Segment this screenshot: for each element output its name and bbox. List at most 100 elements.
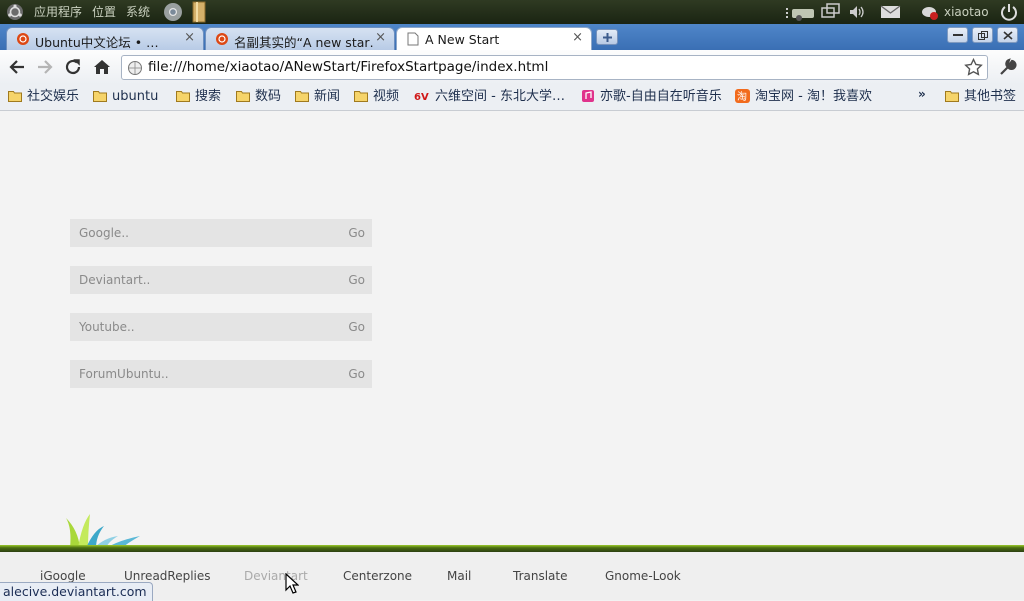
mail-icon[interactable] [880, 3, 901, 21]
back-arrow-icon[interactable] [6, 56, 28, 78]
home-icon[interactable] [91, 56, 113, 78]
other-bookmarks-folder[interactable]: 其他书签 [945, 88, 1016, 106]
ubuntu-logo-icon[interactable] [6, 3, 24, 21]
footer-divider [0, 545, 1024, 552]
bookmark-folder-ubuntu[interactable]: ubuntu [93, 88, 158, 106]
tab-title: 名副其实的“A new star… [234, 35, 374, 50]
google-search-box[interactable]: Google.. Go [70, 219, 372, 247]
deviantart-search-box[interactable]: Deviantart.. Go [70, 266, 372, 294]
volume-icon[interactable] [848, 3, 866, 21]
bookmark-6v[interactable]: 6V 六维空间 - 东北大学… [414, 88, 565, 106]
top-panel: 应用程序 位置 系统 xiaotao [0, 0, 1024, 24]
bookmark-label: 亦歌-自由自在听音乐 [600, 89, 722, 104]
mouse-pointer-icon [285, 573, 299, 594]
chrome-launcher-icon[interactable] [163, 2, 183, 22]
network-icon[interactable] [786, 3, 818, 21]
folder-icon [236, 91, 250, 102]
6v-icon: 6V [414, 92, 429, 102]
minimize-icon [953, 34, 963, 36]
youtube-go-button[interactable]: Go [348, 320, 365, 334]
bookmark-folder-social[interactable]: 社交娱乐 [8, 88, 79, 106]
bookmark-folder-video[interactable]: 视频 [354, 88, 399, 106]
reload-icon[interactable] [62, 56, 84, 78]
bookmark-taobao[interactable]: 淘淘宝网 - 淘！我喜欢 [735, 88, 872, 106]
tab-ubuntu-forum[interactable]: Ubuntu中文论坛 • … × [6, 27, 204, 50]
places-menu[interactable]: 位置 [92, 0, 116, 24]
bookmarks-bar: 社交娱乐 ubuntu 搜索 数码 新闻 视频 6V 六维空间 - 东北大学… 亦… [0, 84, 1024, 111]
bookmark-label: 搜索 [195, 89, 222, 104]
svg-text:6V: 6V [414, 92, 429, 102]
music-icon [582, 90, 594, 102]
username-label[interactable]: xiaotao [944, 0, 989, 24]
footer-links-bar: iGoogle UnreadReplies Deviantart Centerz… [0, 552, 1024, 600]
system-menu[interactable]: 系统 [126, 0, 150, 24]
page-favicon-icon [407, 32, 419, 46]
folder-icon [176, 91, 190, 102]
google-search-input[interactable]: Google.. [79, 226, 129, 240]
deviantart-search-input[interactable]: Deviantart.. [79, 273, 150, 287]
display-icon[interactable] [821, 3, 841, 21]
minimize-button[interactable] [947, 27, 968, 43]
tab-title: A New Start [425, 32, 500, 47]
restore-button[interactable] [972, 27, 993, 43]
folder-icon [945, 91, 959, 102]
url-text: file:///home/xiaotao/ANewStart/FirefoxSt… [148, 59, 549, 75]
applications-menu[interactable]: 应用程序 [34, 0, 82, 24]
bookmark-yige[interactable]: 亦歌-自由自在听音乐 [581, 88, 722, 106]
power-icon[interactable] [999, 2, 1019, 22]
user-status-icon[interactable] [921, 3, 939, 21]
footer-link-unreadreplies[interactable]: UnreadReplies [124, 569, 211, 583]
close-tab-icon[interactable]: × [572, 31, 583, 45]
folder-icon [93, 91, 107, 102]
footer-link-centerzone[interactable]: Centerzone [343, 569, 412, 583]
forumubuntu-search-input[interactable]: ForumUbuntu.. [79, 367, 169, 381]
taobao-icon: 淘 [735, 89, 750, 103]
deviantart-go-button[interactable]: Go [348, 273, 365, 287]
address-bar[interactable]: file:///home/xiaotao/ANewStart/FirefoxSt… [121, 55, 988, 80]
ubuntu-favicon-icon [17, 33, 29, 45]
bookmark-label: 数码 [255, 89, 282, 104]
page-content: Google.. Go Deviantart.. Go Youtube.. Go… [0, 111, 1024, 600]
wrench-menu-icon[interactable] [996, 56, 1018, 78]
page-info-icon[interactable] [127, 60, 143, 76]
tab-a-new-start-article[interactable]: 名副其实的“A new star… × [205, 27, 395, 50]
bookmark-label: 其他书签 [964, 89, 1017, 104]
forward-arrow-icon[interactable] [34, 56, 56, 78]
tab-strip: Ubuntu中文论坛 • … × 名副其实的“A new star… × A N… [0, 24, 1024, 51]
google-go-button[interactable]: Go [348, 226, 365, 240]
tab-a-new-start[interactable]: A New Start × [396, 27, 592, 51]
bookmark-folder-news[interactable]: 新闻 [295, 88, 340, 106]
bookmark-label: 社交娱乐 [27, 89, 80, 104]
footer-link-mail[interactable]: Mail [447, 569, 471, 583]
footer-link-igoogle[interactable]: iGoogle [40, 569, 86, 583]
ubuntu-favicon-icon [216, 33, 228, 45]
svg-text:淘: 淘 [737, 90, 747, 103]
bookmark-star-icon[interactable] [964, 58, 983, 77]
forumubuntu-go-button[interactable]: Go [348, 367, 365, 381]
tab-title: Ubuntu中文论坛 • … [35, 35, 159, 50]
close-tab-icon[interactable]: × [184, 31, 195, 45]
forumubuntu-search-box[interactable]: ForumUbuntu.. Go [70, 360, 372, 388]
grass-decoration-icon [66, 514, 140, 548]
youtube-search-input[interactable]: Youtube.. [79, 320, 135, 334]
bookmark-label: 视频 [373, 89, 400, 104]
close-tab-icon[interactable]: × [375, 31, 386, 45]
folder-icon [8, 91, 22, 102]
bookmark-label: 新闻 [314, 89, 341, 104]
bookmark-label: 淘宝网 - 淘！我喜欢 [755, 89, 872, 104]
browser-toolbar: file:///home/xiaotao/ANewStart/FirefoxSt… [0, 50, 1024, 84]
folder-icon [295, 91, 309, 102]
file-manager-launcher-icon[interactable] [191, 1, 207, 23]
close-window-button[interactable] [997, 27, 1018, 43]
bookmark-folder-digital[interactable]: 数码 [236, 88, 281, 106]
footer-link-translate[interactable]: Translate [513, 569, 568, 583]
folder-icon [354, 91, 368, 102]
bookmarks-overflow-chevron[interactable]: » [918, 85, 926, 103]
footer-link-gnome-look[interactable]: Gnome-Look [605, 569, 681, 583]
new-tab-button[interactable] [596, 29, 618, 45]
status-bubble: alecive.deviantart.com [0, 582, 153, 601]
youtube-search-box[interactable]: Youtube.. Go [70, 313, 372, 341]
bookmark-folder-search[interactable]: 搜索 [176, 88, 221, 106]
restore-icon [978, 31, 988, 40]
bookmark-label: 六维空间 - 东北大学… [435, 89, 565, 104]
